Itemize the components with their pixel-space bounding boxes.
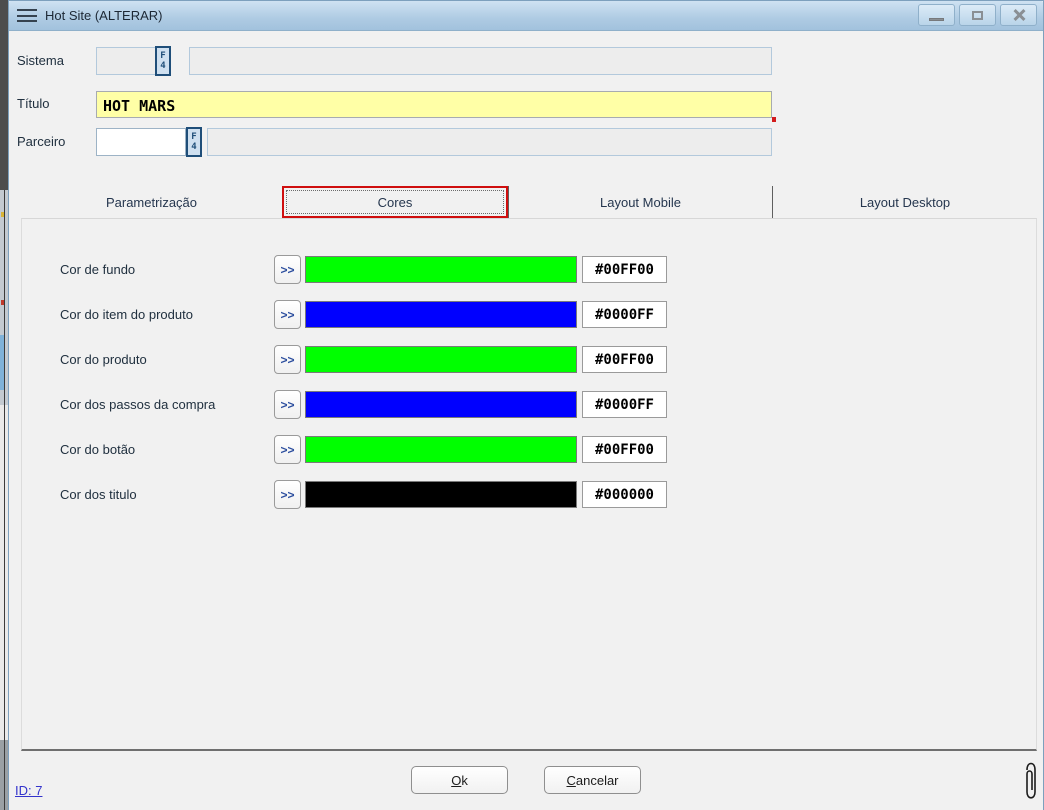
color-row-produto: Cor do produto >> #00FF00 — [22, 345, 1036, 375]
color-swatch[interactable] — [305, 301, 577, 328]
parceiro-description-field — [207, 128, 772, 156]
cancelar-button[interactable]: Cancelar — [544, 766, 641, 794]
color-hex-value[interactable]: #00FF00 — [582, 346, 667, 373]
titulo-label: Título — [17, 96, 50, 111]
paperclip-icon — [1023, 761, 1039, 801]
window-title: Hot Site (ALTERAR) — [45, 8, 163, 23]
color-hex-value[interactable]: #0000FF — [582, 391, 667, 418]
color-swatch[interactable] — [305, 391, 577, 418]
color-swatch[interactable] — [305, 256, 577, 283]
color-row-label: Cor de fundo — [60, 262, 135, 277]
color-row-item-produto: Cor do item do produto >> #0000FF — [22, 300, 1036, 330]
close-button[interactable] — [1000, 4, 1037, 26]
background-window-strip — [4, 190, 5, 810]
minimize-icon — [929, 18, 944, 21]
titulo-input[interactable] — [96, 91, 772, 118]
color-swatch[interactable] — [305, 346, 577, 373]
parceiro-label: Parceiro — [17, 134, 65, 149]
parceiro-code-field[interactable] — [96, 128, 186, 156]
color-row-botao: Cor do botão >> #00FF00 — [22, 435, 1036, 465]
color-swatch[interactable] — [305, 481, 577, 508]
color-row-label: Cor dos passos da compra — [60, 397, 215, 412]
color-row-fundo: Cor de fundo >> #00FF00 — [22, 255, 1036, 285]
maximize-button[interactable] — [959, 4, 996, 26]
ok-button[interactable]: Ok — [411, 766, 508, 794]
color-picker-button[interactable]: >> — [274, 255, 301, 284]
close-icon — [1012, 8, 1026, 22]
hot-site-dialog: Hot Site (ALTERAR) Sistema F4 Título Par… — [8, 0, 1044, 810]
maximize-icon — [972, 11, 983, 20]
color-hex-value[interactable]: #00FF00 — [582, 436, 667, 463]
sistema-description-field — [189, 47, 772, 75]
sistema-label: Sistema — [17, 53, 64, 68]
color-row-passos-compra: Cor dos passos da compra >> #0000FF — [22, 390, 1036, 420]
required-marker — [772, 117, 776, 122]
tab-parametrizacao[interactable]: Parametrização — [21, 186, 282, 218]
minimize-button[interactable] — [918, 4, 955, 26]
sistema-f4-button[interactable]: F4 — [155, 46, 171, 76]
tab-strip: Parametrização Cores Layout Mobile Layou… — [21, 186, 1037, 218]
cancelar-button-label: Cancelar — [566, 773, 618, 788]
f4-icon: 4 — [191, 142, 196, 152]
cores-tab-panel: Cor de fundo >> #00FF00 Cor do item do p… — [21, 218, 1037, 751]
color-row-titulo: Cor dos titulo >> #000000 — [22, 480, 1036, 510]
parceiro-f4-button[interactable]: F4 — [186, 127, 202, 157]
id-link[interactable]: ID: 7 — [15, 783, 42, 798]
ok-button-label: Ok — [451, 773, 468, 788]
tab-layout-mobile[interactable]: Layout Mobile — [508, 186, 772, 218]
color-row-label: Cor do botão — [60, 442, 135, 457]
color-picker-button[interactable]: >> — [274, 480, 301, 509]
background-window-strip — [0, 0, 8, 810]
background-window-strip — [0, 0, 8, 190]
tab-cores[interactable]: Cores — [282, 186, 508, 218]
color-row-label: Cor do produto — [60, 352, 147, 367]
f4-icon: 4 — [160, 61, 165, 71]
color-picker-button[interactable]: >> — [274, 300, 301, 329]
color-picker-button[interactable]: >> — [274, 345, 301, 374]
f4-icon: F — [191, 132, 196, 142]
menu-icon[interactable] — [17, 9, 37, 22]
color-picker-button[interactable]: >> — [274, 390, 301, 419]
color-row-label: Cor do item do produto — [60, 307, 193, 322]
color-hex-value[interactable]: #000000 — [582, 481, 667, 508]
color-swatch[interactable] — [305, 436, 577, 463]
color-hex-value[interactable]: #0000FF — [582, 301, 667, 328]
title-bar[interactable]: Hot Site (ALTERAR) — [9, 1, 1043, 31]
color-row-label: Cor dos titulo — [60, 487, 137, 502]
f4-icon: F — [160, 51, 165, 61]
tab-layout-desktop[interactable]: Layout Desktop — [772, 186, 1037, 218]
color-picker-button[interactable]: >> — [274, 435, 301, 464]
color-hex-value[interactable]: #00FF00 — [582, 256, 667, 283]
